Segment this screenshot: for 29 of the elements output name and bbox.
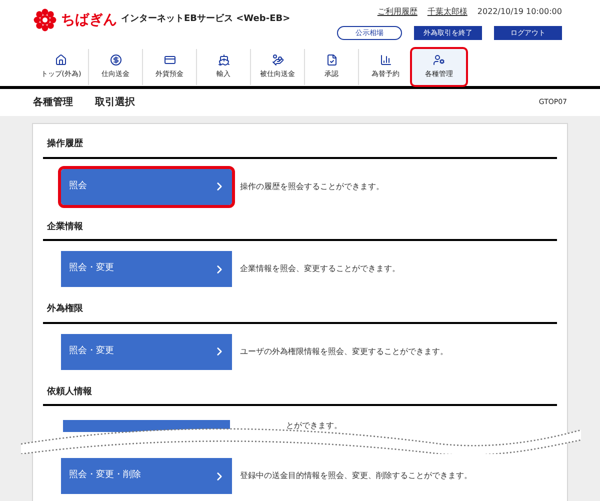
user-name-link[interactable]: 千葉太郎様 <box>427 6 468 18</box>
home-icon <box>55 54 67 66</box>
dollar-coin-icon <box>110 54 122 66</box>
bank-logo-text: ちばぎん <box>61 10 117 30</box>
usage-history-link[interactable]: ご利用履歴 <box>377 6 418 18</box>
datetime-text: 2022/10/19 10:00:00 <box>477 6 562 18</box>
description-text: 登録中の送金目的情報を照会、変更、削除することができます。 <box>240 470 472 482</box>
service-title: インターネットEBサービス <Web-EB> <box>121 13 290 26</box>
section-heading: 企業情報 <box>43 214 557 241</box>
action-button[interactable]: 照会・変更 <box>61 251 232 287</box>
description-text: 操作の履歴を照会することができます。 <box>240 180 384 192</box>
flower-logo-icon <box>33 8 57 32</box>
page-title: 各種管理 <box>33 96 73 110</box>
user-gear-icon <box>433 54 445 66</box>
section-heading: 依頼人情報 <box>43 380 557 406</box>
card-icon <box>164 54 176 66</box>
description-text: 企業情報を照会、変更することができます。 <box>240 263 400 275</box>
action-button[interactable]: 照会・変更 <box>61 334 232 370</box>
section-heading: 外為権限 <box>43 297 557 324</box>
description-text: ユーザの外為権限情報を照会、変更することができます。 <box>240 346 448 358</box>
coins-icon <box>272 54 284 66</box>
ship-icon <box>218 54 230 66</box>
section-heading: 操作履歴 <box>43 132 557 158</box>
page-subtitle: 取引選択 <box>95 96 135 110</box>
bar-chart-icon <box>380 54 392 66</box>
document-check-icon <box>326 54 338 66</box>
description-text: とができます。 <box>286 420 342 432</box>
action-button[interactable]: 照会・変更・削除 <box>61 458 232 494</box>
action-button[interactable]: 照会 <box>61 168 232 204</box>
